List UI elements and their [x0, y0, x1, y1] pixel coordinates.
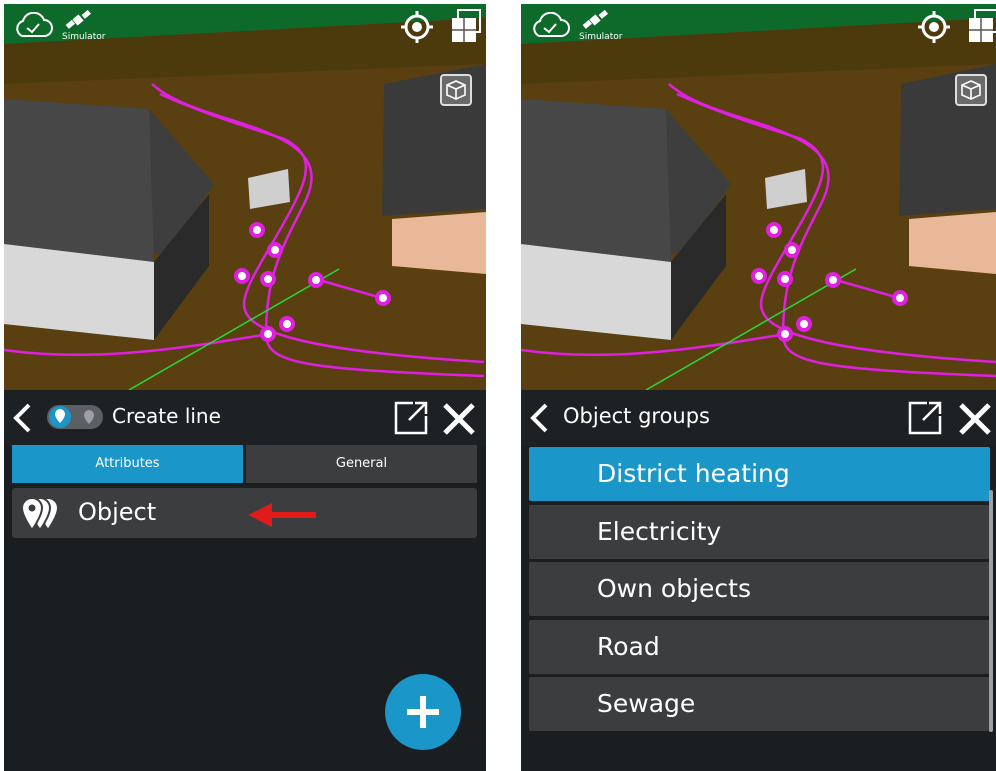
map-3d-view[interactable]	[521, 4, 996, 390]
left-screen: Simulator Create line Attributes General…	[4, 4, 486, 771]
group-label: District heating	[597, 459, 790, 488]
gps-target-icon[interactable]	[400, 10, 434, 48]
group-label: Road	[597, 632, 660, 661]
panel-header: Object groups	[521, 390, 996, 446]
group-item-electricity[interactable]: Electricity	[529, 505, 990, 559]
simulator-label: Simulator	[62, 32, 106, 42]
right-screen: Simulator Object groups District heating…	[521, 4, 996, 771]
open-external-icon[interactable]	[393, 400, 429, 440]
3d-cube-icon[interactable]	[440, 74, 472, 110]
tab-attributes[interactable]: Attributes	[12, 445, 243, 483]
tab-general[interactable]: General	[246, 445, 477, 483]
header-title: Create line	[112, 404, 221, 428]
tab-bar: Attributes General	[12, 445, 477, 483]
back-chevron-icon[interactable]	[10, 402, 34, 438]
object-pins-icon	[20, 496, 64, 536]
group-item-own-objects[interactable]: Own objects	[529, 562, 990, 616]
list-item-label: Object	[78, 498, 157, 526]
group-item-sewage[interactable]: Sewage	[529, 677, 990, 731]
scrollbar[interactable]	[989, 490, 993, 732]
map-3d-view[interactable]	[4, 4, 486, 390]
3d-cube-icon[interactable]	[955, 74, 987, 110]
panel-header: Create line	[4, 390, 486, 446]
add-icon	[405, 694, 441, 734]
group-item-road[interactable]: Road	[529, 620, 990, 674]
layers-icon[interactable]	[967, 8, 996, 48]
open-external-icon[interactable]	[907, 400, 943, 440]
close-icon[interactable]	[442, 402, 476, 440]
gps-target-icon[interactable]	[917, 10, 951, 48]
line-mode-toggle-icon[interactable]	[46, 402, 104, 436]
group-label: Electricity	[597, 517, 722, 546]
group-label: Sewage	[597, 689, 696, 718]
add-button[interactable]	[385, 674, 461, 750]
header-title: Object groups	[563, 404, 710, 428]
group-item-district-heating[interactable]: District heating	[529, 447, 990, 501]
red-arrow-annotation	[246, 502, 318, 532]
group-label: Own objects	[597, 574, 751, 603]
cloud-sync-icon[interactable]	[12, 11, 54, 42]
close-icon[interactable]	[958, 402, 992, 440]
back-chevron-icon[interactable]	[527, 402, 551, 438]
simulator-label: Simulator	[579, 32, 623, 42]
list-item-object[interactable]: Object	[12, 488, 477, 538]
cloud-sync-icon[interactable]	[529, 11, 571, 42]
layers-icon[interactable]	[450, 8, 482, 48]
